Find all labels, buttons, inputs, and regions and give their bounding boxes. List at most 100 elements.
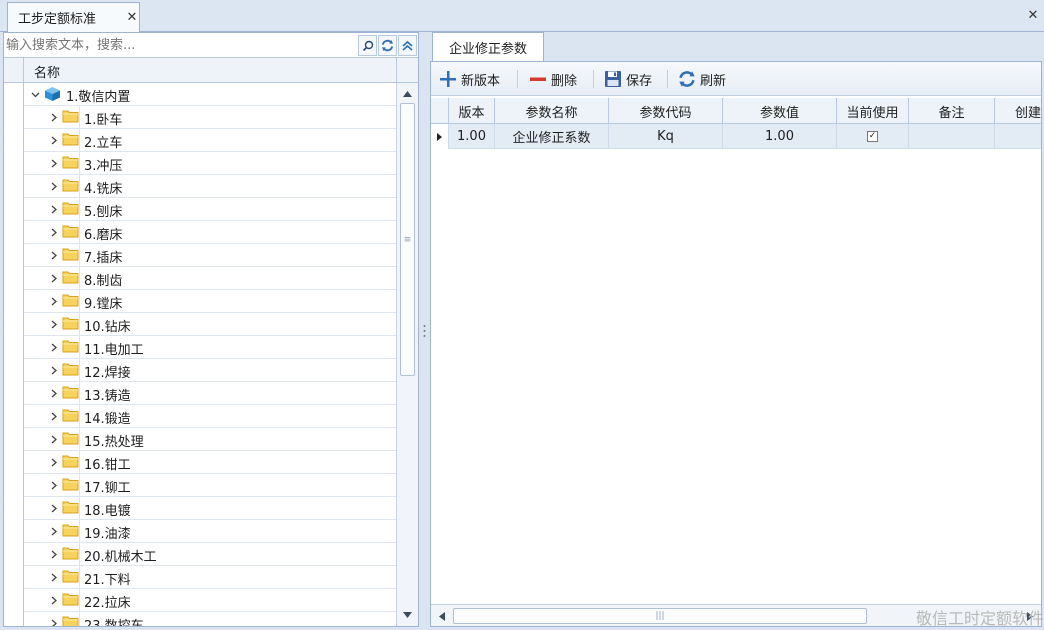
collapse-all-button[interactable] <box>398 35 417 56</box>
column-header-note[interactable]: 备注 <box>909 98 995 124</box>
chevron-right-icon[interactable] <box>47 221 61 243</box>
tree-node[interactable]: 7.插床 <box>4 244 396 267</box>
tree-node-label: 10.钻床 <box>84 320 131 335</box>
scroll-down-arrow-icon[interactable] <box>397 606 418 624</box>
tree-node[interactable]: 2.立车 <box>4 129 396 152</box>
tree-node[interactable]: 14.锻造 <box>4 405 396 428</box>
tree-node[interactable]: 20.机械木工 <box>4 543 396 566</box>
tree-node[interactable]: 3.冲压 <box>4 152 396 175</box>
chevron-right-icon[interactable] <box>47 336 61 358</box>
column-header-in-use[interactable]: 当前使用 <box>837 98 909 124</box>
tree-node[interactable]: 23.数控车 <box>4 612 396 626</box>
chevron-right-icon[interactable] <box>47 290 61 312</box>
scroll-left-arrow-icon[interactable] <box>433 607 451 625</box>
delete-button[interactable]: 删除 <box>529 68 577 90</box>
table-row[interactable]: 1.00 企业修正系数 Kq 1.00 ✓ <box>431 124 1041 149</box>
tree-node[interactable]: 6.磨床 <box>4 221 396 244</box>
tree-node[interactable]: 9.镗床 <box>4 290 396 313</box>
save-button[interactable]: 保存 <box>604 68 652 90</box>
tree-node[interactable]: 5.刨床 <box>4 198 396 221</box>
cell-created[interactable] <box>995 124 1041 149</box>
tree-node[interactable]: 1.卧车 <box>4 106 396 129</box>
cell-version[interactable]: 1.00 <box>449 124 495 149</box>
grid-line <box>79 359 80 382</box>
tree-node[interactable]: 8.制齿 <box>4 267 396 290</box>
chevron-right-icon[interactable] <box>47 428 61 450</box>
panel-splitter[interactable] <box>419 32 429 630</box>
tree-node-label: 5.刨床 <box>84 205 123 220</box>
tree-node[interactable]: 12.焊接 <box>4 359 396 382</box>
tree-node[interactable]: 15.热处理 <box>4 428 396 451</box>
chevron-right-icon[interactable] <box>47 152 61 174</box>
cell-note[interactable] <box>909 124 995 149</box>
scroll-up-arrow-icon[interactable] <box>397 85 418 103</box>
tree-vertical-scrollbar[interactable]: ≡ <box>396 83 418 626</box>
folder-icon <box>62 155 80 171</box>
tree-node[interactable]: 22.拉床 <box>4 589 396 612</box>
chevron-right-icon[interactable] <box>47 566 61 588</box>
cell-param-name[interactable]: 企业修正系数 <box>495 124 609 149</box>
row-indicator <box>4 129 24 152</box>
toolbar-separator <box>517 70 518 88</box>
refresh-button[interactable]: 刷新 <box>678 68 726 90</box>
column-header-param-value[interactable]: 参数值 <box>723 98 837 124</box>
chevron-right-icon[interactable] <box>47 520 61 542</box>
tree-node[interactable]: 10.钻床 <box>4 313 396 336</box>
close-icon[interactable]: ✕ <box>125 10 139 25</box>
grid-line <box>79 290 80 313</box>
folder-icon <box>62 132 80 148</box>
column-header-version[interactable]: 版本 <box>449 98 495 124</box>
close-all-icon[interactable]: ✕ <box>1026 8 1040 23</box>
chevron-right-icon[interactable] <box>47 382 61 404</box>
folder-icon <box>62 592 80 608</box>
column-header-param-name[interactable]: 参数名称 <box>495 98 609 124</box>
chevron-right-icon[interactable] <box>47 106 61 128</box>
in-use-checkbox[interactable]: ✓ <box>867 131 878 142</box>
cell-param-code[interactable]: Kq <box>609 124 723 149</box>
chevron-right-icon[interactable] <box>47 244 61 266</box>
chevron-right-icon[interactable] <box>47 497 61 519</box>
cell-param-value[interactable]: 1.00 <box>723 124 837 149</box>
chevron-right-icon[interactable] <box>47 198 61 220</box>
row-indicator <box>4 175 24 198</box>
new-version-button[interactable]: 新版本 <box>439 68 500 90</box>
grid-line <box>79 313 80 336</box>
tree-node[interactable]: 18.电镀 <box>4 497 396 520</box>
scroll-thumb[interactable]: ≡ <box>400 103 415 376</box>
tree-node[interactable]: 21.下料 <box>4 566 396 589</box>
doc-tab-work-step-standard[interactable]: 工步定额标准 ✕ <box>7 2 140 32</box>
scroll-thumb[interactable]: ||| <box>453 608 867 624</box>
chevron-right-icon[interactable] <box>47 474 61 496</box>
tree-node[interactable]: 11.电加工 <box>4 336 396 359</box>
refresh-tree-button[interactable] <box>378 35 397 56</box>
plus-icon <box>440 71 456 87</box>
row-indicator <box>4 566 24 589</box>
tree-node[interactable]: 16.钳工 <box>4 451 396 474</box>
chevron-right-icon[interactable] <box>47 612 61 626</box>
chevron-down-icon[interactable] <box>28 83 42 105</box>
row-indicator <box>4 198 24 221</box>
chevron-right-icon[interactable] <box>47 267 61 289</box>
chevron-right-icon[interactable] <box>47 589 61 611</box>
column-header-param-code[interactable]: 参数代码 <box>609 98 723 124</box>
tree-node[interactable]: 4.铣床 <box>4 175 396 198</box>
chevron-right-icon[interactable] <box>47 405 61 427</box>
tree-node[interactable]: 19.油漆 <box>4 520 396 543</box>
tree-node[interactable]: 17.铆工 <box>4 474 396 497</box>
folder-icon <box>62 109 80 125</box>
tab-enterprise-params[interactable]: 企业修正参数 <box>432 32 544 62</box>
chevron-right-icon[interactable] <box>47 129 61 151</box>
cell-in-use[interactable]: ✓ <box>837 124 909 149</box>
chevron-right-icon[interactable] <box>47 313 61 335</box>
chevron-right-icon[interactable] <box>47 175 61 197</box>
column-header-created[interactable]: 创建 <box>995 98 1044 124</box>
tree-root-node[interactable]: 1.敬信内置 <box>4 83 396 106</box>
tree-node[interactable]: 13.铸造 <box>4 382 396 405</box>
chevron-right-icon[interactable] <box>47 543 61 565</box>
chevron-right-icon[interactable] <box>47 451 61 473</box>
search-button[interactable] <box>358 35 377 56</box>
chevron-right-icon[interactable] <box>47 359 61 381</box>
params-panel: 新版本 删除 保存 刷新 版本 参数名称 参数代码 参数值 当前使用 备注 创建… <box>430 61 1042 627</box>
row-indicator <box>4 267 24 290</box>
search-input[interactable] <box>6 35 358 56</box>
